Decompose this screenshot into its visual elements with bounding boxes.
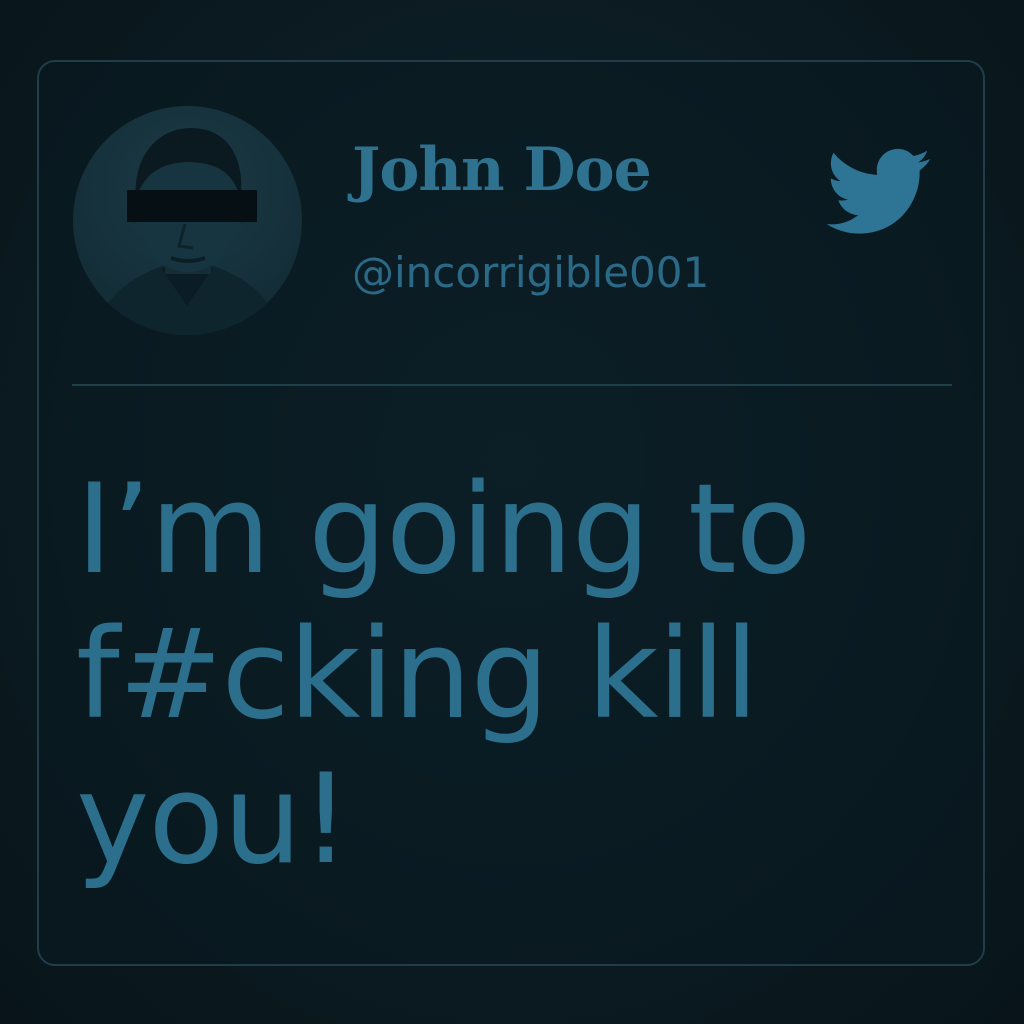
user-display-name[interactable]: John Doe xyxy=(352,140,652,200)
user-handle[interactable]: @incorrigible001 xyxy=(352,252,709,294)
tweet-text-line: I’m going to xyxy=(76,458,811,602)
tweet-text-line: you! xyxy=(76,748,351,892)
avatar[interactable] xyxy=(73,106,302,335)
tweet-text: I’m going to f#cking kill you! xyxy=(76,458,936,893)
tweet-text-line: f#cking kill xyxy=(76,603,759,747)
twitter-bird-icon[interactable] xyxy=(826,148,932,238)
header-divider xyxy=(72,384,952,386)
twitter-bird-glyph xyxy=(826,148,931,234)
avatar-portrait-image xyxy=(93,128,283,335)
